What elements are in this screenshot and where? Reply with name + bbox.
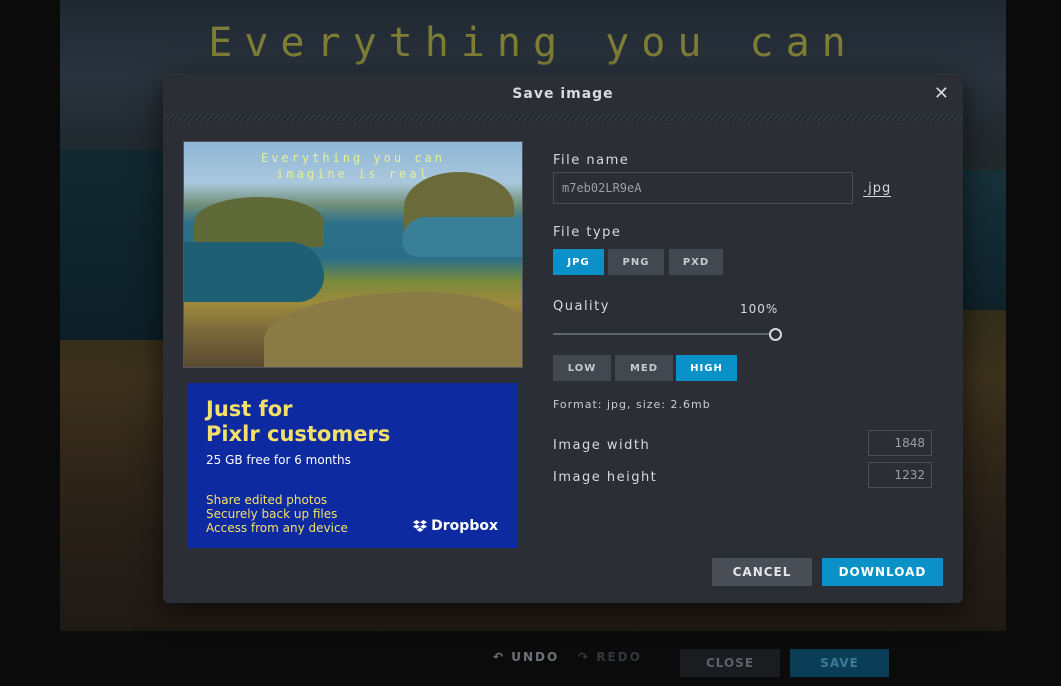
image-width-label: Image width	[553, 438, 651, 453]
image-height-label: Image height	[553, 470, 658, 485]
undo-button[interactable]: ↶ UNDO	[493, 650, 559, 664]
close-button[interactable]: CLOSE	[680, 649, 780, 677]
ad-headline-line1: Just for	[206, 397, 293, 421]
undo-label: UNDO	[511, 650, 560, 664]
dropbox-logo: Dropbox	[413, 518, 498, 534]
preview-text-line2: imagine is real	[276, 167, 430, 181]
quality-slider-handle[interactable]	[769, 328, 782, 341]
file-type-jpg[interactable]: JPG	[553, 249, 604, 275]
canvas-overlay-text: Everything you can	[208, 20, 858, 66]
dialog-title: Save image	[512, 86, 614, 102]
ad-headline-line2: Pixlr customers	[206, 422, 391, 446]
format-info: Format: jpg, size: 2.6mb	[553, 398, 711, 411]
dropbox-brand-name: Dropbox	[431, 518, 498, 534]
image-height-input[interactable]: 1232	[868, 462, 932, 488]
header-divider	[163, 115, 963, 121]
dropbox-ad[interactable]: Just for Pixlr customers 25 GB free for …	[188, 383, 518, 548]
cancel-button[interactable]: CANCEL	[712, 558, 812, 586]
ad-subtitle: 25 GB free for 6 months	[206, 453, 351, 467]
bottom-toolbar: ↶ UNDO ↷ REDO CLOSE SAVE	[0, 631, 1061, 686]
redo-button[interactable]: ↷ REDO	[578, 650, 642, 664]
preview-sea-right	[402, 217, 522, 257]
file-name-input[interactable]: m7eb02LR9eA	[553, 172, 853, 204]
file-type-label: File type	[553, 225, 622, 240]
file-type-pxd[interactable]: PXD	[669, 249, 723, 275]
file-type-png[interactable]: PNG	[608, 249, 664, 275]
quality-med[interactable]: MED	[615, 355, 673, 381]
image-width-input[interactable]: 1848	[868, 430, 932, 456]
ad-feature: Securely back up files	[206, 507, 338, 521]
quality-slider-track[interactable]	[553, 333, 775, 335]
image-preview: Everything you can imagine is real	[183, 141, 523, 368]
preview-hill-left	[194, 197, 324, 247]
quality-value: 100%	[740, 302, 779, 316]
redo-label: REDO	[596, 650, 642, 664]
save-button[interactable]: SAVE	[790, 649, 889, 677]
ad-feature: Share edited photos	[206, 493, 328, 507]
preview-ground	[264, 292, 522, 367]
file-name-label: File name	[553, 153, 630, 168]
preview-sea-left	[184, 242, 324, 302]
download-button[interactable]: DOWNLOAD	[822, 558, 943, 586]
save-image-dialog: Save image ✕ Everything you can imagine …	[163, 73, 963, 603]
ad-feature-list: Share edited photos Securely back up fil…	[206, 493, 348, 535]
dropbox-icon	[413, 520, 428, 532]
preview-text-line1: Everything you can	[260, 151, 446, 165]
quality-label: Quality	[553, 299, 610, 314]
close-icon[interactable]: ✕	[934, 83, 949, 104]
ad-feature: Access from any device	[206, 521, 348, 535]
undo-icon: ↶	[493, 650, 512, 664]
file-extension: .jpg	[863, 181, 892, 197]
quality-high[interactable]: HIGH	[676, 355, 737, 381]
quality-low[interactable]: LOW	[553, 355, 611, 381]
redo-icon: ↷	[578, 650, 597, 664]
dialog-header: Save image ✕	[163, 73, 963, 115]
